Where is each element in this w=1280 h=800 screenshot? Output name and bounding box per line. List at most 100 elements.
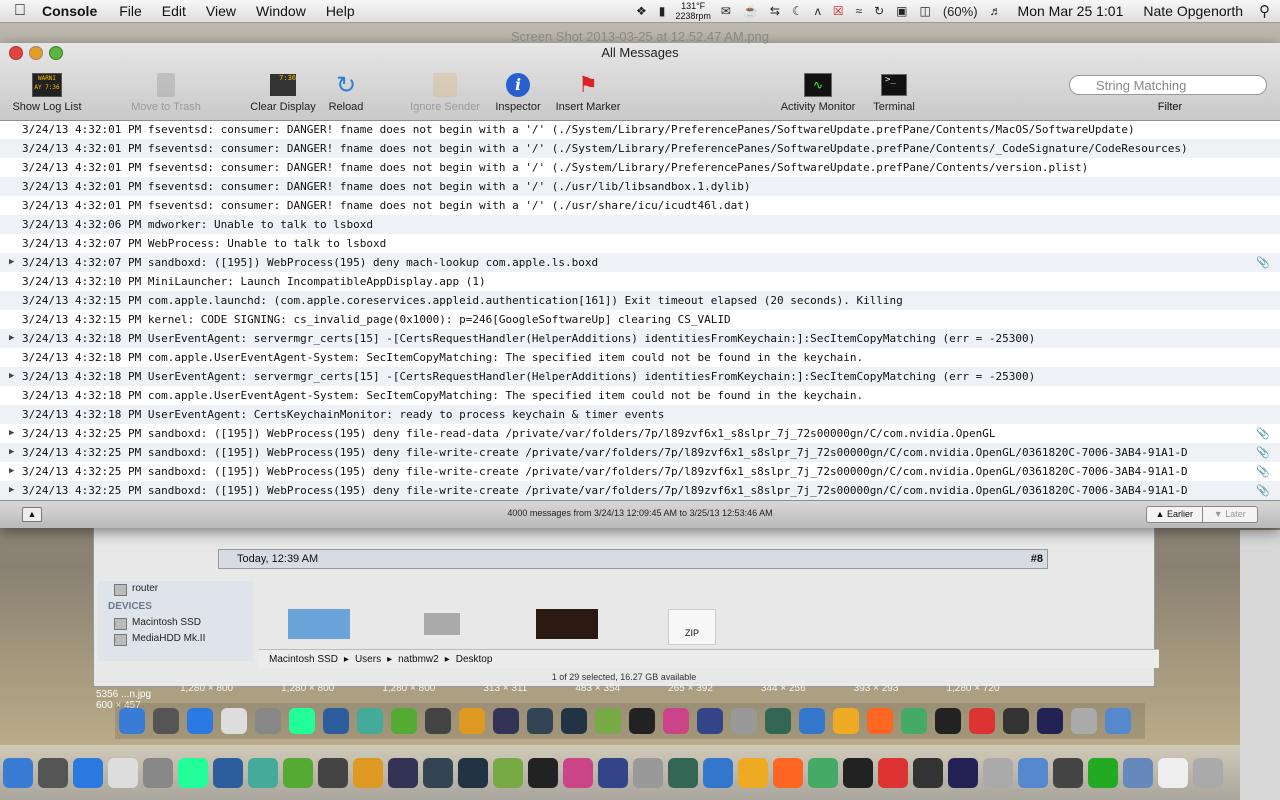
dock-app-icon[interactable] (772, 757, 803, 788)
dock-app-icon[interactable] (597, 757, 628, 788)
dock-app-icon[interactable] (807, 757, 838, 788)
battery-icon[interactable]: ◫ (914, 4, 937, 18)
dock-app-icon[interactable] (765, 708, 791, 734)
log-row[interactable]: 3/24/13 4:32:06 PM mdworker: Unable to t… (0, 215, 1280, 234)
sidebar-item-router[interactable]: router (98, 581, 253, 597)
dock-app-icon[interactable] (107, 757, 138, 788)
dock-app-icon[interactable] (119, 708, 145, 734)
terminal-button[interactable]: >_ Terminal (868, 71, 920, 117)
apple-menu-icon[interactable]:  (0, 2, 40, 20)
dock-app-icon[interactable] (867, 708, 893, 734)
dock-app-icon[interactable] (212, 757, 243, 788)
bluetooth-icon[interactable]: ᴧ (809, 4, 827, 18)
dock-app-icon[interactable] (982, 757, 1013, 788)
dock-app-icon[interactable] (667, 757, 698, 788)
battery-percent[interactable]: (60%) (937, 4, 984, 19)
disclosure-triangle-icon[interactable]: ▶ (9, 481, 14, 500)
dock-app-icon[interactable] (833, 708, 859, 734)
dock-app-icon[interactable] (842, 757, 873, 788)
fan-readout[interactable]: 131°F 2238rpm (671, 1, 715, 21)
zip-thumb[interactable]: ZIP (668, 609, 716, 645)
log-row[interactable]: ▶ 3/24/13 4:32:25 PM sandboxd: ([195]) We… (0, 443, 1280, 462)
dock-app-icon[interactable] (561, 708, 587, 734)
dock-app-icon[interactable] (527, 708, 553, 734)
earlier-button[interactable]: ▲ Earlier (1147, 507, 1202, 522)
dock-app-icon[interactable] (697, 708, 723, 734)
path-macintosh-ssd[interactable]: Macintosh SSD (269, 654, 338, 665)
dock-app-icon[interactable] (595, 708, 621, 734)
app-folder-thumb[interactable] (288, 609, 350, 639)
app-menu[interactable]: Console (40, 3, 109, 19)
log-row[interactable]: 3/24/13 4:32:01 PM fseventsd: consumer: … (0, 177, 1280, 196)
sync-icon[interactable]: ⇆ (764, 4, 786, 18)
moon-icon[interactable]: ☾ (786, 4, 809, 18)
dock-app-icon[interactable] (422, 757, 453, 788)
dock-app-icon[interactable] (317, 757, 348, 788)
display-icon[interactable]: ▣ (890, 4, 913, 18)
log-row[interactable]: ▶ 3/24/13 4:32:25 PM sandboxd: ([195]) We… (0, 481, 1280, 500)
dock-app-icon[interactable] (457, 757, 488, 788)
menu-file[interactable]: File (109, 3, 152, 19)
dock-app-icon[interactable] (935, 708, 961, 734)
dock-app-icon[interactable] (562, 757, 593, 788)
log-list[interactable]: 3/24/13 4:32:01 PM fseventsd: consumer: … (0, 120, 1280, 500)
user-menu[interactable]: Nate Opgenorth (1133, 3, 1253, 19)
dock-app-icon[interactable] (1105, 708, 1131, 734)
time-machine-icon[interactable]: ↻ (868, 4, 890, 18)
dock-app-icon[interactable] (527, 757, 558, 788)
ignore-sender-button[interactable]: Ignore Sender (405, 71, 485, 117)
menu-window[interactable]: Window (246, 3, 316, 19)
log-row[interactable]: 3/24/13 4:32:15 PM kernel: CODE SIGNING:… (0, 310, 1280, 329)
wifi-icon[interactable]: ≈ (850, 4, 869, 18)
dock-app-icon[interactable] (153, 708, 179, 734)
paperclip-icon[interactable]: 📎 (1254, 443, 1270, 462)
log-row[interactable]: ▶ 3/24/13 4:32:18 PM UserEventAgent: serv… (0, 367, 1280, 386)
dock-app-icon[interactable] (221, 708, 247, 734)
paperclip-icon[interactable]: 📎 (1254, 481, 1270, 500)
disclosure-triangle-icon[interactable]: ▶ (9, 462, 14, 481)
later-button[interactable]: ▼ Later (1203, 507, 1258, 522)
dock-app-icon[interactable] (1192, 757, 1223, 788)
dock-app-icon[interactable] (877, 757, 908, 788)
dock-app-icon[interactable] (1037, 708, 1063, 734)
dock-app-icon[interactable] (663, 708, 689, 734)
dock-app-icon[interactable] (177, 757, 208, 788)
log-row[interactable]: 3/24/13 4:32:07 PM WebProcess: Unable to… (0, 234, 1280, 253)
dock-app-icon[interactable] (37, 757, 68, 788)
dock-app-icon[interactable] (1087, 757, 1118, 788)
move-to-trash-button[interactable]: Move to Trash (125, 71, 207, 117)
log-row[interactable]: 3/24/13 4:32:01 PM fseventsd: consumer: … (0, 120, 1280, 139)
dock-app-icon[interactable] (912, 757, 943, 788)
disclosure-triangle-icon[interactable]: ▶ (9, 253, 14, 272)
drive-thumb[interactable] (424, 613, 460, 635)
dock-app-icon[interactable] (969, 708, 995, 734)
log-row[interactable]: 3/24/13 4:32:01 PM fseventsd: consumer: … (0, 196, 1280, 215)
dock-app-icon[interactable] (629, 708, 655, 734)
dock-app-icon[interactable] (255, 708, 281, 734)
dock-app-icon[interactable] (289, 708, 315, 734)
dock-app-icon[interactable] (282, 757, 313, 788)
sidebar-item-mediahdd[interactable]: MediaHDD Mk.II (98, 631, 253, 647)
path-desktop[interactable]: Desktop (456, 654, 493, 665)
cup-icon[interactable]: ☕ (737, 4, 764, 18)
disclosure-triangle-icon[interactable]: ▶ (9, 329, 14, 348)
insert-marker-button[interactable]: ⚑ Insert Marker (551, 71, 625, 117)
dock-app-icon[interactable] (492, 757, 523, 788)
volume-icon[interactable]: ♬ (984, 4, 1008, 18)
dock-app-icon[interactable] (391, 708, 417, 734)
dropbox-icon[interactable]: ❖ (630, 4, 653, 18)
dock-app-icon[interactable] (731, 708, 757, 734)
disclosure-triangle-icon[interactable]: ▶ (9, 424, 14, 443)
dock-app-icon[interactable] (323, 708, 349, 734)
dock-app-icon[interactable] (357, 708, 383, 734)
log-row[interactable]: 3/24/13 4:32:15 PM com.apple.launchd: (c… (0, 291, 1280, 310)
dock-app-icon[interactable] (1017, 757, 1048, 788)
menu-view[interactable]: View (196, 3, 246, 19)
dock-app-icon[interactable] (352, 757, 383, 788)
inspector-button[interactable]: i Inspector (490, 71, 546, 117)
menu-clock[interactable]: Mon Mar 25 1:01 (1008, 3, 1134, 19)
log-row[interactable]: 3/24/13 4:32:18 PM com.apple.UserEventAg… (0, 348, 1280, 367)
dock-app-icon[interactable] (799, 708, 825, 734)
dock-app-icon[interactable] (632, 757, 663, 788)
menu-edit[interactable]: Edit (152, 3, 196, 19)
